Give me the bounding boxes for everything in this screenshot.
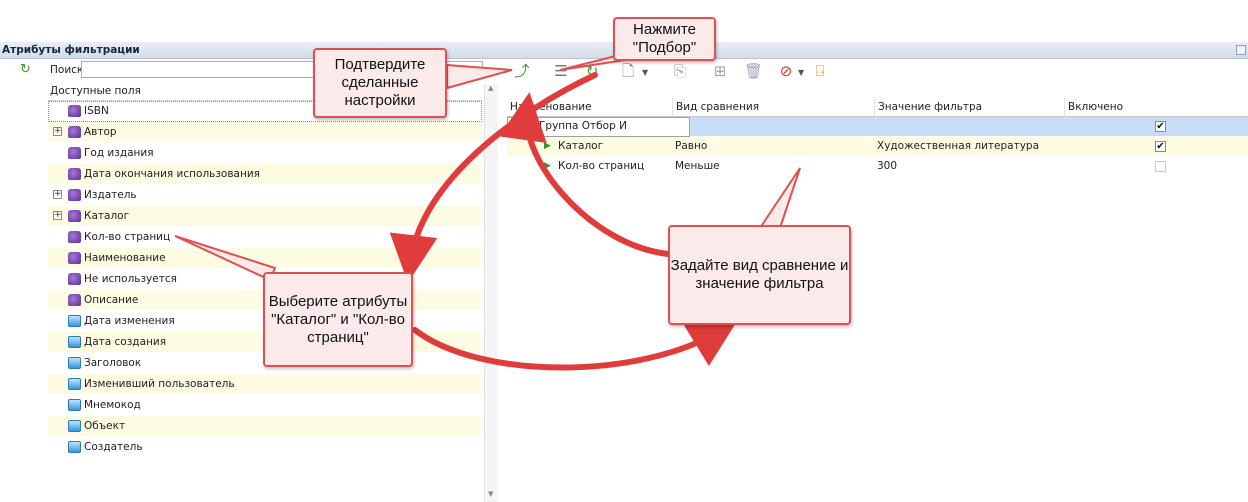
tree-item-label: Каталог [84,210,130,222]
purple-attribute-icon [68,252,81,264]
tree-item[interactable]: Дата окончания использования [48,164,482,185]
col-enabled[interactable]: Включено [1064,98,1123,117]
col-value[interactable]: Значение фильтра [874,98,982,117]
enabled-checkbox[interactable]: ✔ [1155,141,1166,152]
grid-row-catalog[interactable]: ▶ Каталог Равно Художественная литератур… [507,137,1248,157]
grid-cell-name: Каталог [558,140,604,152]
tree-item[interactable]: Изменивший пользователь [48,374,482,395]
tree-item-label: Описание [84,294,139,306]
enabled-checkbox[interactable]: ✔ [1155,121,1166,132]
tree-item-label: Издатель [84,189,137,201]
group-add-icon: ✚ [523,119,534,134]
search-label: Поиск [50,64,84,76]
purple-attribute-icon [68,147,81,159]
apply-icon[interactable]: ⤴ [514,63,530,79]
blue-system-icon [68,378,81,390]
set-pointer [758,167,801,229]
tree-item[interactable]: Объект [48,416,482,437]
blue-system-icon [68,336,81,348]
panel-title: Атрибуты фильтрации [2,44,140,56]
tree-item-label: Дата создания [84,336,167,348]
tree-item[interactable]: Наименование [48,248,482,269]
purple-attribute-icon [68,168,81,180]
refresh-toolbar-icon[interactable]: ↻ [584,63,600,79]
purple-attribute-icon [68,105,81,117]
blue-system-icon [68,399,81,411]
callout-confirm: Подтвердите сделанные настройки [313,48,447,118]
purple-attribute-icon [68,210,81,222]
blue-system-icon [68,420,81,432]
purple-attribute-icon [68,189,81,201]
grid-cell-name: Кол-во страниц [558,160,645,172]
grid-cell-value[interactable] [874,117,877,137]
tree-item-label: Заголовок [84,357,142,369]
expand-icon[interactable]: + [53,190,62,199]
available-fields-tree: Доступные поля ISBN + Автор Год издания Дата… [48,83,482,458]
tree-item-label: Не используется [84,273,177,285]
tree-item[interactable]: Создатель [48,437,482,458]
tree-item-label: ISBN [84,105,109,117]
play-icon: ▶ [544,141,551,151]
refresh-icon[interactable]: ↻ [20,63,32,76]
tree-item-label: Объект [84,420,126,432]
purple-attribute-icon [68,273,81,285]
scroll-down-icon[interactable]: ▼ [488,490,493,498]
grid-row-group[interactable]: − ✚ Группа Отбор И ✔ [507,117,1248,137]
grid-cell-compare[interactable]: Меньше [672,157,720,177]
select-icon[interactable]: ☰ [553,63,569,79]
add-group-icon[interactable]: ⊞ [712,63,728,79]
copy-icon[interactable]: ⎘ [672,63,688,79]
tree-item[interactable]: Кол-во страниц [48,227,482,248]
delete-icon[interactable]: 🗑 [744,63,763,79]
tree-item-label: Мнемокод [84,399,141,411]
callout-pick: Нажмите "Подбор" [613,17,716,61]
dropdown-arrow-icon-2[interactable]: ▼ [798,68,804,77]
tree-item-label: Наименование [84,252,166,264]
tree-item-label: Дата изменения [84,315,175,327]
maximize-icon[interactable] [1236,45,1246,55]
col-compare[interactable]: Вид сравнения [672,98,759,117]
grid-cell-value[interactable]: Художественная литература [874,137,1039,157]
tree-item-label: Изменивший пользователь [84,378,235,390]
purple-attribute-icon [68,231,81,243]
expand-icon[interactable]: + [53,127,62,136]
col-name[interactable]: Наименование [507,98,592,117]
new-document-icon[interactable]: 🗋 [620,63,636,79]
tree-item-label: Автор [84,126,117,138]
tree-item-label: Создатель [84,441,143,453]
purple-attribute-icon [68,126,81,138]
clear-filter-icon[interactable]: ⊘ [778,63,794,79]
tree-item[interactable]: + Автор [48,122,482,143]
app-window: Атрибуты фильтрации ↻ Поиск Доступные по… [0,0,1248,502]
expand-icon[interactable]: + [53,211,62,220]
grid-cell-compare[interactable]: Равно [672,137,707,157]
tree-item-label: Кол-во страниц [84,231,171,243]
dropdown-arrow-icon[interactable]: ▼ [642,68,648,77]
scroll-up-icon[interactable]: ▲ [488,84,493,92]
tree-item[interactable]: Мнемокод [48,395,482,416]
tree-item[interactable]: + Издатель [48,185,482,206]
enabled-checkbox[interactable] [1155,161,1166,172]
grid-cell-value[interactable]: 300 [874,157,897,177]
grid-header: Наименование Вид сравнения Значение филь… [507,98,1248,117]
tree-item-label: Год издания [84,147,154,159]
callout-select: Выберите атрибуты "Каталог" и "Кол-во ст… [263,272,413,367]
grid-cell-name: Группа Отбор И [539,120,627,132]
filter-grid: Наименование Вид сравнения Значение филь… [507,98,1248,177]
grid-cell-compare[interactable] [672,117,675,137]
collapse-icon[interactable]: − [509,121,519,131]
callout-set: Задайте вид сравнение и значение фильтра [668,225,851,325]
purple-attribute-icon [68,294,81,306]
tree-item[interactable]: + Каталог [48,206,482,227]
exit-icon[interactable]: ⍈ [812,63,828,79]
blue-system-icon [68,357,81,369]
blue-system-icon [68,441,81,453]
tree-item[interactable]: Год издания [48,143,482,164]
blue-system-icon [68,315,81,327]
tree-scrollbar[interactable]: ▲ ▼ [484,84,498,502]
tree-item-label: Дата окончания использования [84,168,260,180]
grid-row-pages[interactable]: ▶ Кол-во страниц Меньше 300 [507,157,1248,177]
play-icon: ▶ [544,161,551,171]
